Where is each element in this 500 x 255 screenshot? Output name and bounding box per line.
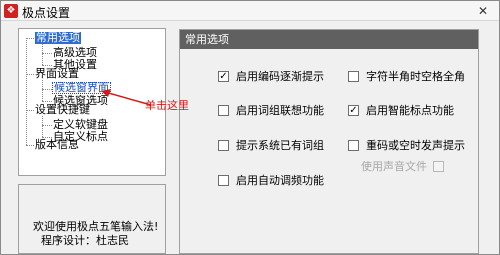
option-halfwidth-space[interactable]: 字符半角时空格全角 xyxy=(348,70,465,84)
title-bar: ❖ 极点设置 ✕ xyxy=(1,1,499,21)
tree-item-version-info[interactable]: 版本信息 xyxy=(35,139,79,151)
tree-connector xyxy=(26,145,34,146)
close-button[interactable]: ✕ xyxy=(471,3,495,19)
info-panel: 欢迎使用极点五笔输入法! 程序设计：杜志民 xyxy=(18,184,166,254)
tree-item-interface-settings[interactable]: 界面设置 xyxy=(35,68,79,80)
option-encoding-hint[interactable]: ✓ 启用编码逐渐提示 xyxy=(218,70,324,84)
tree-connector xyxy=(42,53,52,54)
tree-connector xyxy=(42,101,52,102)
checkbox[interactable] xyxy=(218,174,229,186)
options-header: 常用选项 xyxy=(180,30,478,49)
tree-item-shortcut-settings[interactable]: 设置快捷键 xyxy=(35,104,90,116)
tree-connector xyxy=(26,74,34,75)
callout-label: 单击这里 xyxy=(145,99,189,112)
tree-connector xyxy=(26,38,34,39)
option-sound-alert[interactable]: 重码或空时发声提示 xyxy=(348,139,465,153)
app-icon: ❖ xyxy=(4,4,18,18)
option-label: 启用编码逐渐提示 xyxy=(236,70,324,83)
checkbox-checked[interactable]: ✓ xyxy=(218,70,229,82)
tree-connector xyxy=(42,65,52,66)
settings-window: ❖ 极点设置 ✕ 常用选项 高级选项 其他设置 界面设置 候选窗界面 候选窗选项… xyxy=(0,0,500,255)
checkbox[interactable] xyxy=(218,104,229,116)
tree-item-common-options[interactable]: 常用选项 xyxy=(35,32,81,44)
option-label: 启用智能标点功能 xyxy=(366,104,454,117)
option-label: 启用自动调频功能 xyxy=(236,174,324,187)
option-label: 启用词组联想功能 xyxy=(236,104,324,117)
tree-connector xyxy=(42,89,52,90)
checkbox[interactable] xyxy=(348,70,359,82)
author-text: 程序设计：杜志民 xyxy=(41,234,129,247)
option-label: 字符半角时空格全角 xyxy=(366,70,465,83)
tree-connector xyxy=(42,116,43,137)
option-phrase-association[interactable]: 启用词组联想功能 xyxy=(218,104,324,118)
checkbox-checked[interactable]: ✓ xyxy=(348,104,359,116)
option-existing-phrase-hint[interactable]: 提示系统已有词组 xyxy=(218,139,324,153)
option-smart-punctuation[interactable]: ✓ 启用智能标点功能 xyxy=(348,104,454,118)
option-auto-frequency[interactable]: 启用自动调频功能 xyxy=(218,174,324,188)
checkbox[interactable] xyxy=(218,139,229,151)
option-label: 使用声音文件 xyxy=(361,160,427,173)
checkbox[interactable] xyxy=(348,139,359,151)
tree-connector xyxy=(26,38,27,145)
options-panel: 常用选项 ✓ 启用编码逐渐提示 字符半角时空格全角 启用词组联想功能 ✓ 启用智能标… xyxy=(179,29,479,254)
option-label: 提示系统已有词组 xyxy=(236,139,324,152)
window-title: 极点设置 xyxy=(22,6,71,20)
tree-connector xyxy=(42,125,52,126)
option-label: 重码或空时发声提示 xyxy=(366,139,465,152)
tree-connector xyxy=(26,110,34,111)
option-sound-file: 使用声音文件 xyxy=(361,160,444,174)
tree-connector xyxy=(42,80,43,101)
checkbox-disabled xyxy=(433,160,444,172)
tree-connector xyxy=(42,44,43,65)
